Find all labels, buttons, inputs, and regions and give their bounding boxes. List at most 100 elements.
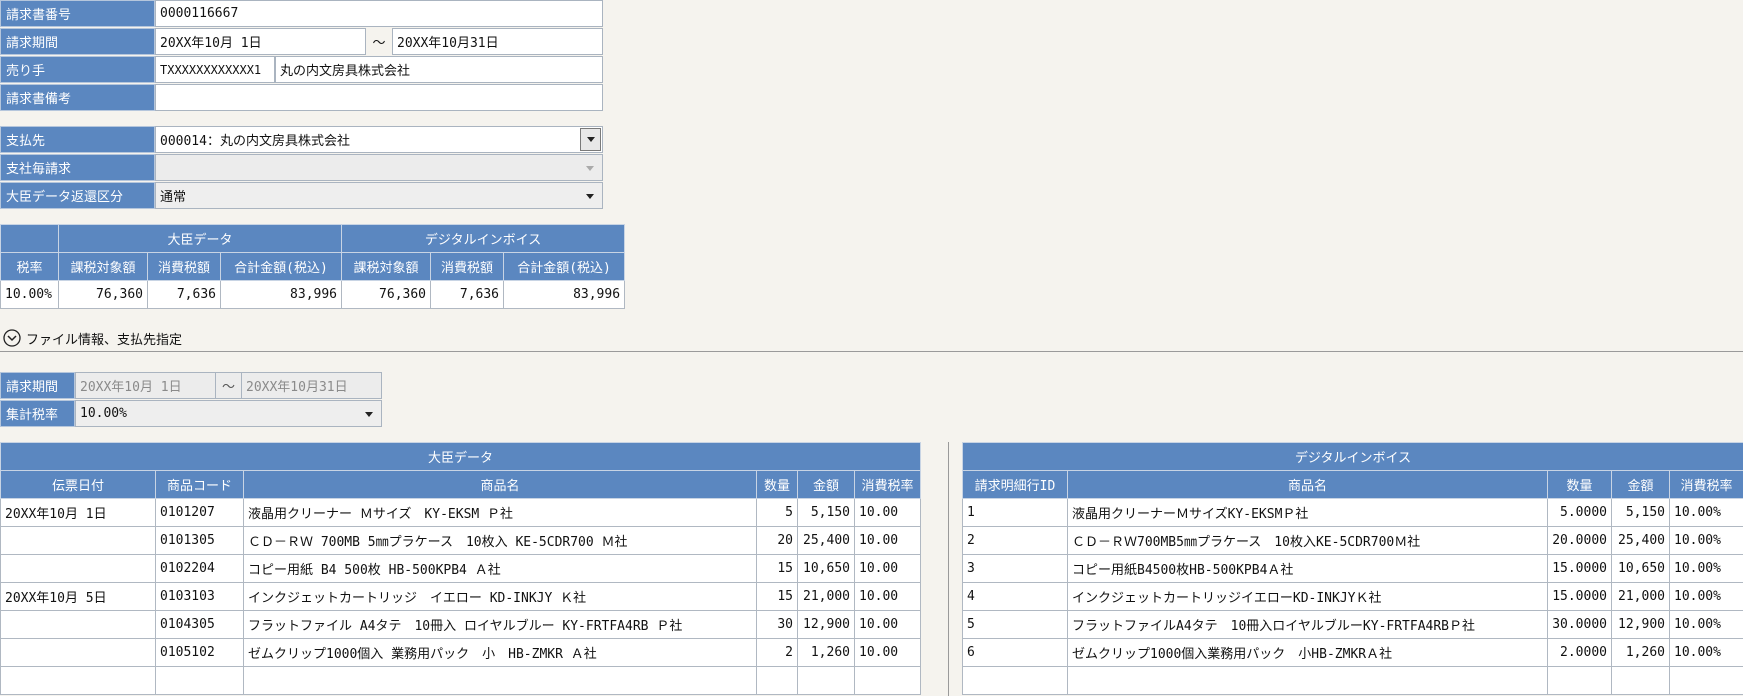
table-row[interactable]: 1液晶用クリーナーＭサイズKY-EKSMＰ社5.00005,15010.00% <box>963 499 1743 527</box>
filter-taxrate-value: 10.00% <box>80 406 127 421</box>
table-cell <box>156 667 244 695</box>
invoice-remarks-label: 請求書備考 <box>0 84 155 111</box>
chevron-down-icon <box>365 412 373 417</box>
table-cell: 5,150 <box>798 499 855 527</box>
table-cell: 21,000 <box>798 583 855 611</box>
table-cell: 15 <box>757 583 798 611</box>
invoice-remarks-field[interactable] <box>155 84 603 111</box>
table-cell: 6 <box>963 639 1068 667</box>
table-cell: 30 <box>757 611 798 639</box>
table-cell: 2 <box>963 527 1068 555</box>
table-cell: 10.00 <box>855 583 921 611</box>
table-cell: ゼムクリップ1000個入業務用パック 小HB-ZMKRＡ社 <box>1068 639 1548 667</box>
table-cell: 10.00% <box>1670 611 1743 639</box>
invoice-period-to-field[interactable]: 20XX年10月31日 <box>392 28 603 55</box>
table-cell: 1,260 <box>1612 639 1670 667</box>
daijin-header: 金額 <box>798 471 855 499</box>
daijin-table-title: 大臣データ <box>1 443 921 471</box>
table-row[interactable]: 0104305フラットファイル A4タテ 10冊入 ロイヤルブルー KY-FRT… <box>1 611 921 639</box>
table-row[interactable]: 20XX年10月 1日0101207液晶用クリーナー Ｍサイズ KY-EKSM … <box>1 499 921 527</box>
table-row[interactable]: 3コピー用紙B4500枚HB-500KPB4Ａ社15.000010,65010.… <box>963 555 1743 583</box>
summary-cell: 76,360 <box>342 281 431 309</box>
table-row[interactable]: 4インクジェットカートリッジイエローKD-INKJYＫ社15.000021,00… <box>963 583 1743 611</box>
payee-select[interactable]: 000014：丸の内文房具株式会社 <box>155 126 603 153</box>
table-row[interactable]: 0102204コピー用紙 B4 500枚 HB-500KPB4 Ａ社1510,6… <box>1 555 921 583</box>
table-cell: コピー用紙B4500枚HB-500KPB4Ａ社 <box>1068 555 1548 583</box>
seller-registration-field[interactable]: TXXXXXXXXXXXX1 <box>155 56 275 83</box>
invoice-period-label: 請求期間 <box>0 28 155 55</box>
table-row[interactable]: 5フラットファイルA4タテ 10冊入ロイヤルブルーKY-FRTFA4RBＰ社30… <box>963 611 1743 639</box>
summary-cell: 83,996 <box>221 281 342 309</box>
summary-cell: 10.00% <box>1 281 59 309</box>
return-type-value: 通常 <box>160 186 186 205</box>
table-cell <box>1 667 156 695</box>
table-cell: 10,650 <box>798 555 855 583</box>
table-cell <box>244 667 757 695</box>
table-row[interactable]: 0105102ゼムクリップ1000個入 業務用パック 小 HB-ZMKR Ａ社2… <box>1 639 921 667</box>
table-row[interactable]: 2ＣＤ－ＲＷ700MB5㎜プラケース 10枚入KE-5CDR700Ｍ社20.00… <box>963 527 1743 555</box>
table-cell: 10.00% <box>1670 499 1743 527</box>
table-row[interactable]: 20XX年10月 5日0103103インクジェットカートリッジ イエロー KD-… <box>1 583 921 611</box>
table-cell: 1,260 <box>798 639 855 667</box>
table-cell: インクジェットカートリッジイエローKD-INKJYＫ社 <box>1068 583 1548 611</box>
table-cell: フラットファイル A4タテ 10冊入 ロイヤルブルー KY-FRTFA4RB Ｐ… <box>244 611 757 639</box>
payee-dropdown-button[interactable] <box>580 128 601 151</box>
table-row[interactable]: 6ゼムクリップ1000個入業務用パック 小HB-ZMKRＡ社2.00001,26… <box>963 639 1743 667</box>
table-cell <box>1548 667 1612 695</box>
branch-billing-select[interactable] <box>155 154 603 181</box>
table-cell: 10.00 <box>855 555 921 583</box>
daijin-header: 消費税率 <box>855 471 921 499</box>
filter-period-to-field[interactable]: 20XX年10月31日 <box>241 372 382 399</box>
table-cell: 5.0000 <box>1548 499 1612 527</box>
table-cell: 0101305 <box>156 527 244 555</box>
payee-select-value: 000014：丸の内文房具株式会社 <box>160 130 350 149</box>
daijin-header: 数量 <box>757 471 798 499</box>
table-cell: 10.00% <box>1670 583 1743 611</box>
table-cell: ＣＤ－ＲＷ700MB5㎜プラケース 10枚入KE-5CDR700Ｍ社 <box>1068 527 1548 555</box>
table-cell: 15.0000 <box>1548 583 1612 611</box>
daijin-header: 伝票日付 <box>1 471 156 499</box>
chevron-down-icon <box>587 137 595 142</box>
digital-detail-table: デジタルインボイス 請求明細行ID 商品名 数量 金額 消費税率 1液晶用クリー… <box>962 442 1743 695</box>
table-cell <box>855 667 921 695</box>
summary-table: 大臣データ デジタルインボイス 税率 課税対象額 消費税額 合計金額(税込) 課… <box>0 224 625 309</box>
seller-name-field[interactable]: 丸の内文房具株式会社 <box>275 56 603 83</box>
table-cell: 0105102 <box>156 639 244 667</box>
table-cell: 5 <box>757 499 798 527</box>
table-cell: 21,000 <box>1612 583 1670 611</box>
table-cell: 10.00 <box>855 639 921 667</box>
table-cell: 10.00% <box>1670 527 1743 555</box>
file-info-toggle[interactable]: ファイル情報、支払先指定 <box>3 329 182 347</box>
summary-header: 課税対象額 <box>59 253 148 281</box>
table-cell <box>1068 667 1548 695</box>
invoice-number-field[interactable]: 0000116667 <box>155 0 603 27</box>
table-row[interactable] <box>1 667 921 695</box>
summary-row: 10.00% 76,360 7,636 83,996 76,360 7,636 … <box>1 281 625 309</box>
table-cell: 20XX年10月 1日 <box>1 499 156 527</box>
table-cell <box>1670 667 1743 695</box>
table-cell <box>1 555 156 583</box>
table-row[interactable] <box>963 667 1743 695</box>
digital-header: 数量 <box>1548 471 1612 499</box>
table-cell <box>1612 667 1670 695</box>
filter-taxrate-select[interactable]: 10.00% <box>75 400 382 427</box>
filter-period-from-field[interactable]: 20XX年10月 1日 <box>75 372 216 399</box>
table-cell <box>1 639 156 667</box>
section-divider <box>0 351 1743 352</box>
table-row[interactable]: 0101305ＣＤ－ＲＷ 700MB 5㎜プラケース 10枚入 KE-5CDR7… <box>1 527 921 555</box>
summary-corner <box>1 225 59 253</box>
table-cell: 2 <box>757 639 798 667</box>
invoice-period-from-field[interactable]: 20XX年10月 1日 <box>155 28 366 55</box>
summary-header: 合計金額(税込) <box>504 253 625 281</box>
table-cell: 10.00% <box>1670 639 1743 667</box>
table-cell: 20 <box>757 527 798 555</box>
table-cell <box>757 667 798 695</box>
return-type-label: 大臣データ返還区分 <box>0 182 155 209</box>
table-cell: 20XX年10月 5日 <box>1 583 156 611</box>
table-cell: 15 <box>757 555 798 583</box>
invoice-number-label: 請求書番号 <box>0 0 155 27</box>
return-type-select[interactable]: 通常 <box>155 182 603 209</box>
table-cell <box>798 667 855 695</box>
table-cell: コピー用紙 B4 500枚 HB-500KPB4 Ａ社 <box>244 555 757 583</box>
summary-header: 合計金額(税込) <box>221 253 342 281</box>
